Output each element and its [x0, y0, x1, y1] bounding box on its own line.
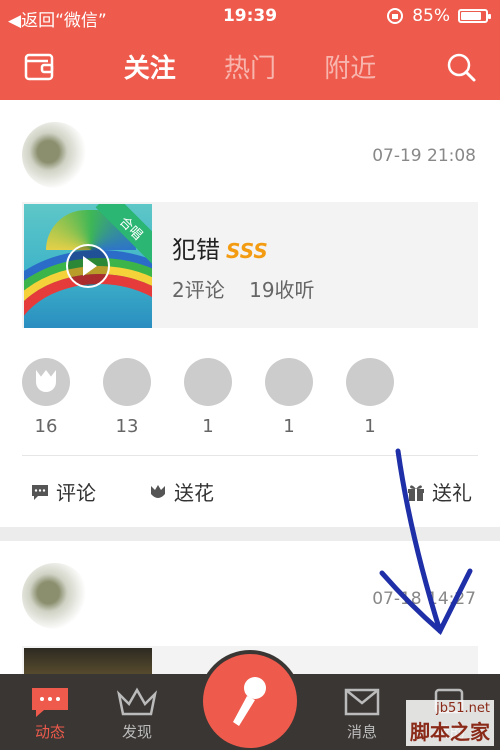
play-icon[interactable] — [66, 244, 110, 288]
song-title-row: 犯错 SSS — [172, 230, 268, 265]
gift-count: 1 — [364, 416, 376, 437]
song-cover[interactable]: 合唱 — [24, 204, 152, 328]
record-button[interactable] — [203, 654, 297, 748]
status-right: 85% — [386, 6, 491, 26]
search-icon[interactable] — [444, 50, 478, 84]
gift-flower[interactable]: 16 — [22, 358, 70, 437]
tab-feed-label: 动态 — [34, 723, 65, 741]
tab-messages-label: 消息 — [346, 723, 377, 741]
listen-count: 19收听 — [249, 278, 315, 302]
comment-label: 评论 — [56, 481, 96, 505]
poster-avatar[interactable] — [22, 563, 88, 629]
gift-user[interactable]: 1 — [184, 358, 232, 437]
poster-avatar[interactable] — [22, 122, 88, 188]
comment-button[interactable]: 评论 — [30, 477, 96, 506]
status-bar: ◀返回“微信” 19:39 85% — [0, 0, 500, 34]
gift-user[interactable]: 13 — [103, 358, 151, 437]
tab-feed[interactable]: 动态 — [10, 674, 90, 750]
battery-icon — [458, 9, 491, 23]
avatar — [103, 358, 151, 406]
comment-count: 2评论 — [172, 278, 225, 302]
microphone-icon — [233, 677, 266, 726]
flower-icon — [151, 484, 165, 498]
tab-nearby[interactable]: 附近 — [324, 48, 376, 85]
send-flower-button[interactable]: 送花 — [148, 477, 214, 506]
gift-count: 1 — [283, 416, 295, 437]
song-title: 犯错 — [172, 236, 220, 264]
crown-icon — [116, 687, 158, 716]
gift-user[interactable]: 1 — [346, 358, 394, 437]
envelope-icon — [344, 688, 380, 716]
gift-user[interactable]: 1 — [265, 358, 313, 437]
watermark-site: 脚本之家 — [410, 720, 490, 744]
avatar — [265, 358, 313, 406]
chat-bubble-icon — [32, 688, 68, 717]
battery-fill — [461, 12, 482, 20]
watermark-url: jb51.net — [436, 701, 490, 716]
score-badge: SSS — [226, 239, 268, 263]
battery-percent: 85% — [412, 6, 450, 26]
avatar — [184, 358, 232, 406]
send-flower-label: 送花 — [174, 481, 214, 505]
gift-count: 13 — [115, 416, 139, 437]
tab-discover[interactable]: 发现 — [97, 674, 177, 750]
watermark: jb51.net 脚本之家 — [406, 700, 494, 746]
tab-following[interactable]: 关注 — [124, 48, 176, 85]
feed-tabs: 关注 热门 附近 — [0, 48, 500, 85]
post-timestamp: 07-19 21:08 — [372, 146, 476, 166]
annotation-arrow — [379, 448, 473, 635]
gift-count: 1 — [202, 416, 214, 437]
tab-discover-label: 发现 — [121, 723, 152, 741]
tab-messages[interactable]: 消息 — [322, 674, 402, 750]
song-stats: 2评论 19收听 — [172, 274, 333, 303]
top-nav: 关注 热门 附近 — [0, 34, 500, 100]
tab-popular[interactable]: 热门 — [224, 48, 276, 85]
rotation-lock-icon — [387, 8, 404, 24]
song-card[interactable]: 合唱 犯错 SSS 2评论 19收听 — [22, 202, 478, 328]
flower-icon — [22, 358, 70, 406]
gift-list: 16 13 1 1 1 — [22, 358, 394, 437]
avatar — [346, 358, 394, 406]
comment-icon — [32, 484, 48, 500]
gift-count: 16 — [34, 416, 58, 437]
